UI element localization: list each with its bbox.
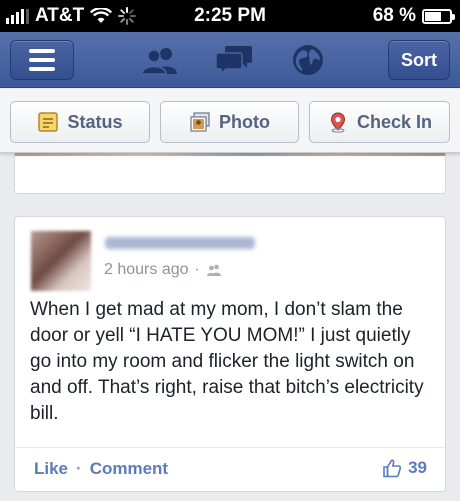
- checkin-button[interactable]: Check In: [309, 101, 450, 143]
- battery-fill: [425, 11, 442, 21]
- status-note-icon: [38, 112, 59, 132]
- previous-story-card: [14, 150, 446, 194]
- battery-icon: [422, 8, 455, 24]
- story-actions: Like · Comment: [34, 459, 168, 479]
- like-count[interactable]: 39: [382, 458, 427, 478]
- friend-requests-icon[interactable]: [140, 42, 180, 78]
- checkin-label: Check In: [356, 111, 433, 132]
- location-pin-icon: [330, 112, 345, 133]
- status-button[interactable]: Status: [10, 101, 150, 143]
- author-name-blurred[interactable]: [105, 237, 255, 249]
- sort-button[interactable]: Sort: [388, 40, 450, 80]
- photo-icon: [190, 112, 210, 132]
- avatar[interactable]: [31, 231, 91, 291]
- photo-button[interactable]: Photo: [160, 101, 299, 143]
- action-separator: ·: [76, 459, 82, 478]
- menu-button[interactable]: [10, 40, 74, 80]
- friends-privacy-icon: [206, 264, 221, 276]
- battery-percent: 68 %: [372, 5, 416, 26]
- meta-separator: ·: [194, 261, 200, 278]
- menu-icon-bar: [29, 49, 55, 53]
- status-label: Status: [67, 111, 123, 132]
- comment-link[interactable]: Comment: [90, 459, 168, 479]
- thumbs-up-icon: [383, 459, 402, 478]
- globe-icon[interactable]: [288, 42, 328, 78]
- publisher-bar: Status Photo Check In: [0, 89, 460, 153]
- like-link[interactable]: Like: [34, 459, 68, 479]
- messages-icon[interactable]: [214, 42, 254, 78]
- menu-icon-bar: [29, 67, 55, 71]
- photo-label: Photo: [219, 111, 270, 132]
- nav-bar: Sort: [0, 32, 460, 88]
- nav-icons: [140, 42, 328, 78]
- like-count-value: 39: [408, 458, 427, 477]
- story-timestamp: 2 hours ago: [104, 261, 189, 278]
- menu-icon-bar: [29, 58, 55, 62]
- status-bar: AT&T 2:25 PM 68 %: [0, 0, 460, 32]
- story-footer: Like · Comment 39: [15, 447, 445, 491]
- story-meta: 2 hours ago ·: [104, 261, 222, 279]
- story-card: 2 hours ago · When I get mad at my mom, …: [14, 216, 446, 492]
- status-right: 68 %: [372, 5, 455, 27]
- story-text: When I get mad at my mom, I don’t slam t…: [30, 299, 424, 424]
